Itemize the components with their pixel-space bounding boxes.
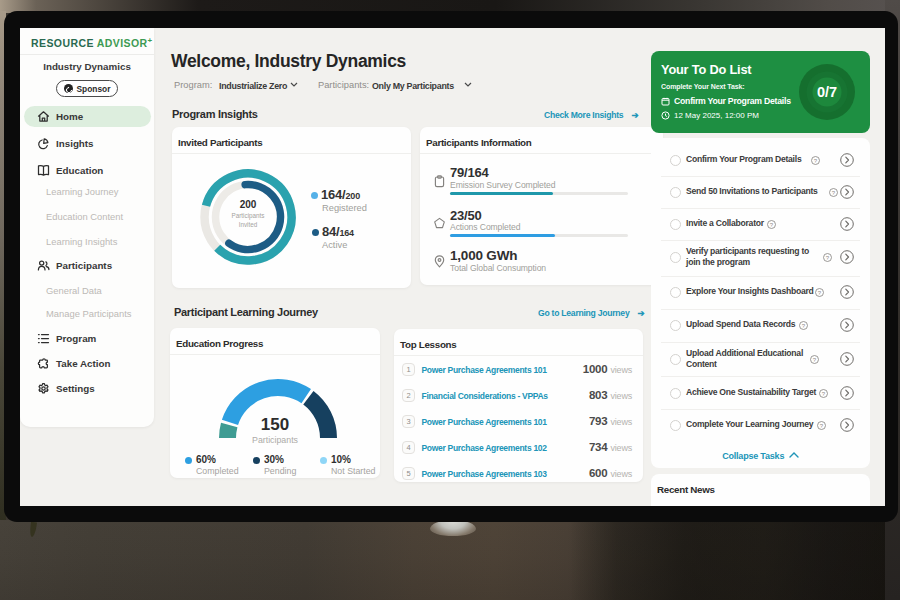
svg-text:?: ? (802, 322, 806, 328)
svg-text:?: ? (770, 221, 774, 227)
svg-text:?: ? (832, 189, 836, 195)
svg-text:?: ? (826, 254, 830, 260)
svg-text:?: ? (818, 289, 822, 295)
svg-text:?: ? (813, 356, 817, 362)
svg-text:?: ? (820, 422, 824, 428)
svg-text:?: ? (822, 390, 826, 396)
svg-text:?: ? (814, 157, 818, 163)
